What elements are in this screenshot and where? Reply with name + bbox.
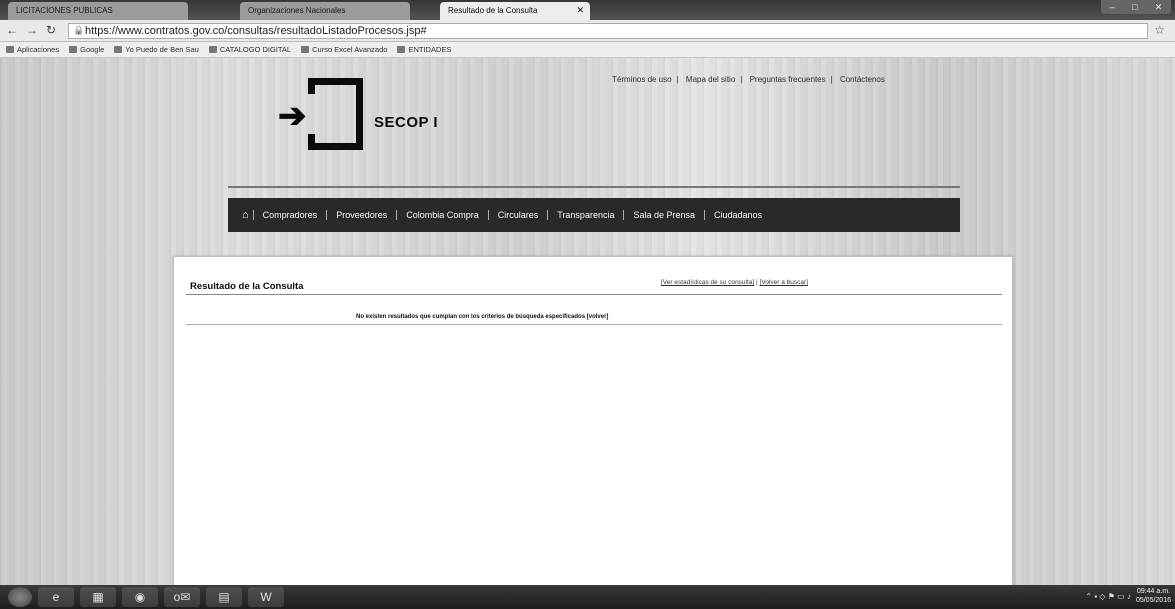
outlook-icon[interactable]: o✉ — [164, 587, 200, 607]
logo-bracket — [308, 78, 363, 150]
lock-icon: 🔒 — [73, 25, 85, 35]
link-mapa[interactable]: Mapa del sitio — [686, 75, 735, 84]
browser-tab-bar: LICITACIONES PUBLICAS Organizaciones Nac… — [0, 0, 1175, 20]
view-statistics-link[interactable]: [Ver estadísticas de su consulta] — [661, 279, 754, 286]
word-icon[interactable]: W — [248, 587, 284, 607]
google-icon — [69, 46, 78, 53]
explorer-icon[interactable]: ▦ — [80, 587, 116, 607]
video-icon — [301, 46, 310, 53]
bookmark-item[interactable]: CATALOGO DIGITAL — [208, 45, 291, 54]
clock-date: 05/05/2016 — [1135, 597, 1171, 604]
chrome-icon[interactable]: ◉ — [122, 587, 158, 607]
bookmark-item[interactable]: Google — [69, 45, 104, 54]
bookmark-item[interactable]: Curso Excel Avanzado — [301, 45, 387, 54]
forward-arrow-icon[interactable]: → — [26, 23, 38, 37]
link-terminos[interactable]: Términos de uso — [612, 75, 672, 84]
back-to-search-link[interactable]: [Volver a buscar] — [760, 279, 808, 286]
page-icon — [208, 46, 217, 53]
url-input[interactable]: 🔒 https://www.contratos.gov.co/consultas… — [68, 23, 1148, 39]
minimize-icon[interactable]: – — [1110, 2, 1115, 12]
reload-icon[interactable]: ↻ — [46, 23, 56, 37]
top-links: Términos de uso | Mapa del sitio | Pregunt… — [612, 75, 885, 84]
nav-sala-de-prensa[interactable]: Sala de Prensa — [623, 210, 704, 220]
browser-tab[interactable]: Organizaciones Nacionales — [240, 2, 410, 20]
result-panel: Resultado de la Consulta [Ver estadístic… — [173, 256, 1013, 585]
nav-compradores[interactable]: Compradores — [252, 210, 327, 220]
page-title: Resultado de la Consulta — [190, 281, 304, 292]
nav-colombia-compra[interactable]: Colombia Compra — [396, 210, 488, 220]
start-button[interactable] — [8, 587, 32, 607]
back-arrow-icon[interactable]: ← — [6, 23, 18, 37]
close-window-icon[interactable]: ✕ — [1155, 2, 1163, 13]
result-links: [Ver estadísticas de su consulta] | [Vol… — [661, 279, 808, 286]
bookmark-item[interactable]: Aplicaciones — [6, 45, 59, 54]
nav-ciudadanos[interactable]: Ciudadanos — [704, 210, 771, 220]
ie-icon[interactable]: e — [38, 587, 74, 607]
maximize-icon[interactable]: □ — [1132, 2, 1137, 12]
page-viewport: Términos de uso | Mapa del sitio | Pregunt… — [0, 58, 1175, 585]
logo-text: SECOP I — [374, 114, 439, 131]
tab-label: Organizaciones Nacionales — [248, 6, 346, 15]
clock[interactable]: 09:44 a.m. 05/05/2016 — [1136, 587, 1171, 605]
calendar-icon[interactable]: ▤ — [206, 587, 242, 607]
close-icon[interactable]: ✕ — [576, 5, 584, 16]
main-nav: ⌂ Compradores Proveedores Colombia Compr… — [228, 198, 960, 232]
bookmark-star-icon[interactable]: ☆ — [1154, 23, 1165, 37]
divider — [186, 324, 1002, 325]
tab-label: LICITACIONES PUBLICAS — [16, 6, 113, 15]
nav-transparencia[interactable]: Transparencia — [547, 210, 623, 220]
browser-tab[interactable]: LICITACIONES PUBLICAS — [8, 2, 188, 20]
apps-icon — [6, 46, 14, 53]
arrow-right-icon: ➔ — [278, 97, 307, 135]
tab-label: Resultado de la Consulta — [448, 6, 538, 15]
no-results-message: No existen resultados que cumplan con lo… — [356, 314, 609, 320]
divider — [186, 294, 1002, 295]
secop-logo[interactable]: ➔ — [278, 78, 418, 150]
clock-time: 09:44 a.m. — [1136, 588, 1171, 595]
link-preguntas[interactable]: Preguntas frecuentes — [750, 75, 826, 84]
folder-icon — [397, 46, 406, 53]
url-text: https://www.contratos.gov.co/consultas/r… — [85, 25, 427, 37]
bookmark-item[interactable]: Yo Puedo de Ben Sau — [114, 45, 199, 54]
bookmarks-bar: Aplicaciones Google Yo Puedo de Ben Sau … — [0, 42, 1175, 58]
tray-icons[interactable]: ⌃ ▪ ◇ ⚑ ▭ ♪ — [1085, 592, 1131, 601]
taskbar: e ▦ ◉ o✉ ▤ W ⌃ ▪ ◇ ⚑ ▭ ♪ 09:44 a.m. 05/0… — [0, 585, 1175, 609]
browser-tab-active[interactable]: Resultado de la Consulta ✕ — [440, 2, 590, 20]
nav-circulares[interactable]: Circulares — [487, 210, 548, 220]
system-tray: ⌃ ▪ ◇ ⚑ ▭ ♪ 09:44 a.m. 05/05/2016 — [1085, 587, 1171, 605]
nav-proveedores[interactable]: Proveedores — [326, 210, 396, 220]
address-bar: ← → ↻ 🔒 https://www.contratos.gov.co/con… — [0, 20, 1175, 42]
video-icon — [114, 46, 123, 53]
link-contactenos[interactable]: Contáctenos — [840, 75, 885, 84]
window-controls: – □ ✕ — [1101, 0, 1171, 14]
home-icon[interactable]: ⌂ — [242, 209, 249, 221]
divider — [228, 186, 960, 188]
bookmark-item[interactable]: ENTIDADES — [397, 45, 451, 54]
